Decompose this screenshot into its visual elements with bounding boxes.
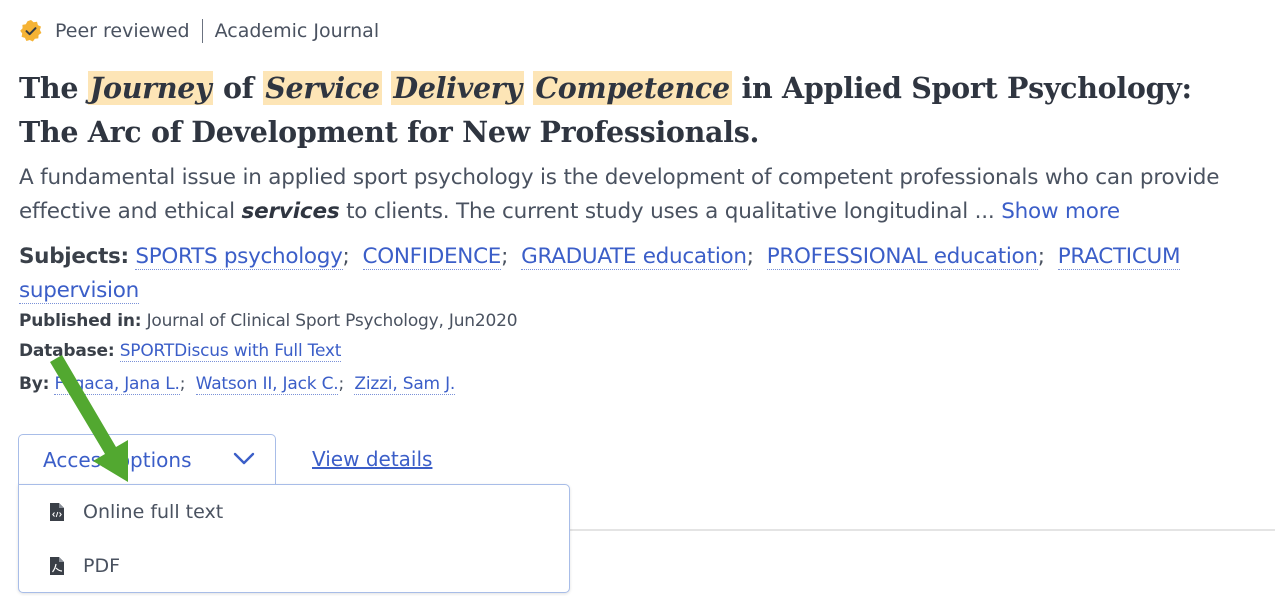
- database-link[interactable]: SPORTDiscus with Full Text: [119, 341, 341, 362]
- database-label: Database:: [19, 341, 115, 361]
- abstract: A fundamental issue in applied sport psy…: [19, 161, 1275, 229]
- author-link[interactable]: Watson II, Jack C.: [195, 374, 339, 395]
- divider: [201, 19, 203, 43]
- subject-link[interactable]: CONFIDENCE: [362, 244, 501, 270]
- abstract-text: to clients. The current study uses a qua…: [339, 199, 1002, 224]
- by-label: By:: [19, 374, 50, 394]
- title-part: [524, 71, 534, 105]
- chevron-down-icon: [233, 452, 255, 465]
- divider: [570, 529, 1275, 531]
- subjects-label: Subjects:: [19, 244, 129, 269]
- subject-link[interactable]: GRADUATE education: [521, 244, 747, 270]
- html-file-icon: [50, 503, 64, 521]
- peer-reviewed-badge-icon: [20, 20, 42, 42]
- view-details-link[interactable]: View details: [312, 447, 432, 471]
- record-title[interactable]: The Journey of Service Delivery Competen…: [19, 66, 1259, 154]
- peer-reviewed-label: Peer reviewed: [55, 20, 190, 42]
- published-value: Journal of Clinical Sport Psychology, Ju…: [146, 311, 518, 331]
- title-highlight: Journey: [87, 71, 214, 105]
- menu-item-label: PDF: [83, 555, 121, 577]
- title-highlight: Service: [263, 71, 382, 105]
- database-row: Database: SPORTDiscus with Full Text: [19, 341, 341, 362]
- abstract-highlight: services: [241, 199, 340, 224]
- published-label: Published in:: [19, 311, 142, 331]
- source-type-label: Academic Journal: [214, 20, 380, 42]
- title-part: of: [213, 71, 264, 105]
- menu-item-online-full-text[interactable]: Online full text: [49, 501, 223, 523]
- author-link[interactable]: Fogaca, Jana L.: [54, 374, 180, 395]
- access-options-button[interactable]: Access options: [18, 434, 276, 486]
- title-highlight: Delivery: [391, 71, 524, 105]
- title-highlight: Competence: [533, 71, 732, 105]
- subject-link[interactable]: PROFESSIONAL education: [766, 244, 1038, 270]
- pdf-file-icon: [50, 557, 64, 575]
- title-part: [382, 71, 392, 105]
- subjects-row: Subjects: SPORTS psychology; CONFIDENCE;…: [19, 244, 1181, 304]
- title-part: The: [19, 71, 88, 105]
- show-more-link[interactable]: Show more: [1001, 199, 1120, 224]
- authors-row: By: Fogaca, Jana L.; Watson II, Jack C.;…: [19, 374, 456, 395]
- menu-item-label: Online full text: [83, 501, 224, 523]
- published-in-row: Published in: Journal of Clinical Sport …: [19, 311, 518, 331]
- access-options-label: Access options: [43, 448, 192, 472]
- access-options-menu: Online full text PDF: [18, 484, 570, 593]
- subject-link[interactable]: SPORTS psychology: [135, 244, 343, 270]
- record-type-row: Peer reviewed Academic Journal: [19, 19, 379, 43]
- menu-item-pdf[interactable]: PDF: [49, 555, 120, 577]
- author-link[interactable]: Zizzi, Sam J.: [354, 374, 455, 395]
